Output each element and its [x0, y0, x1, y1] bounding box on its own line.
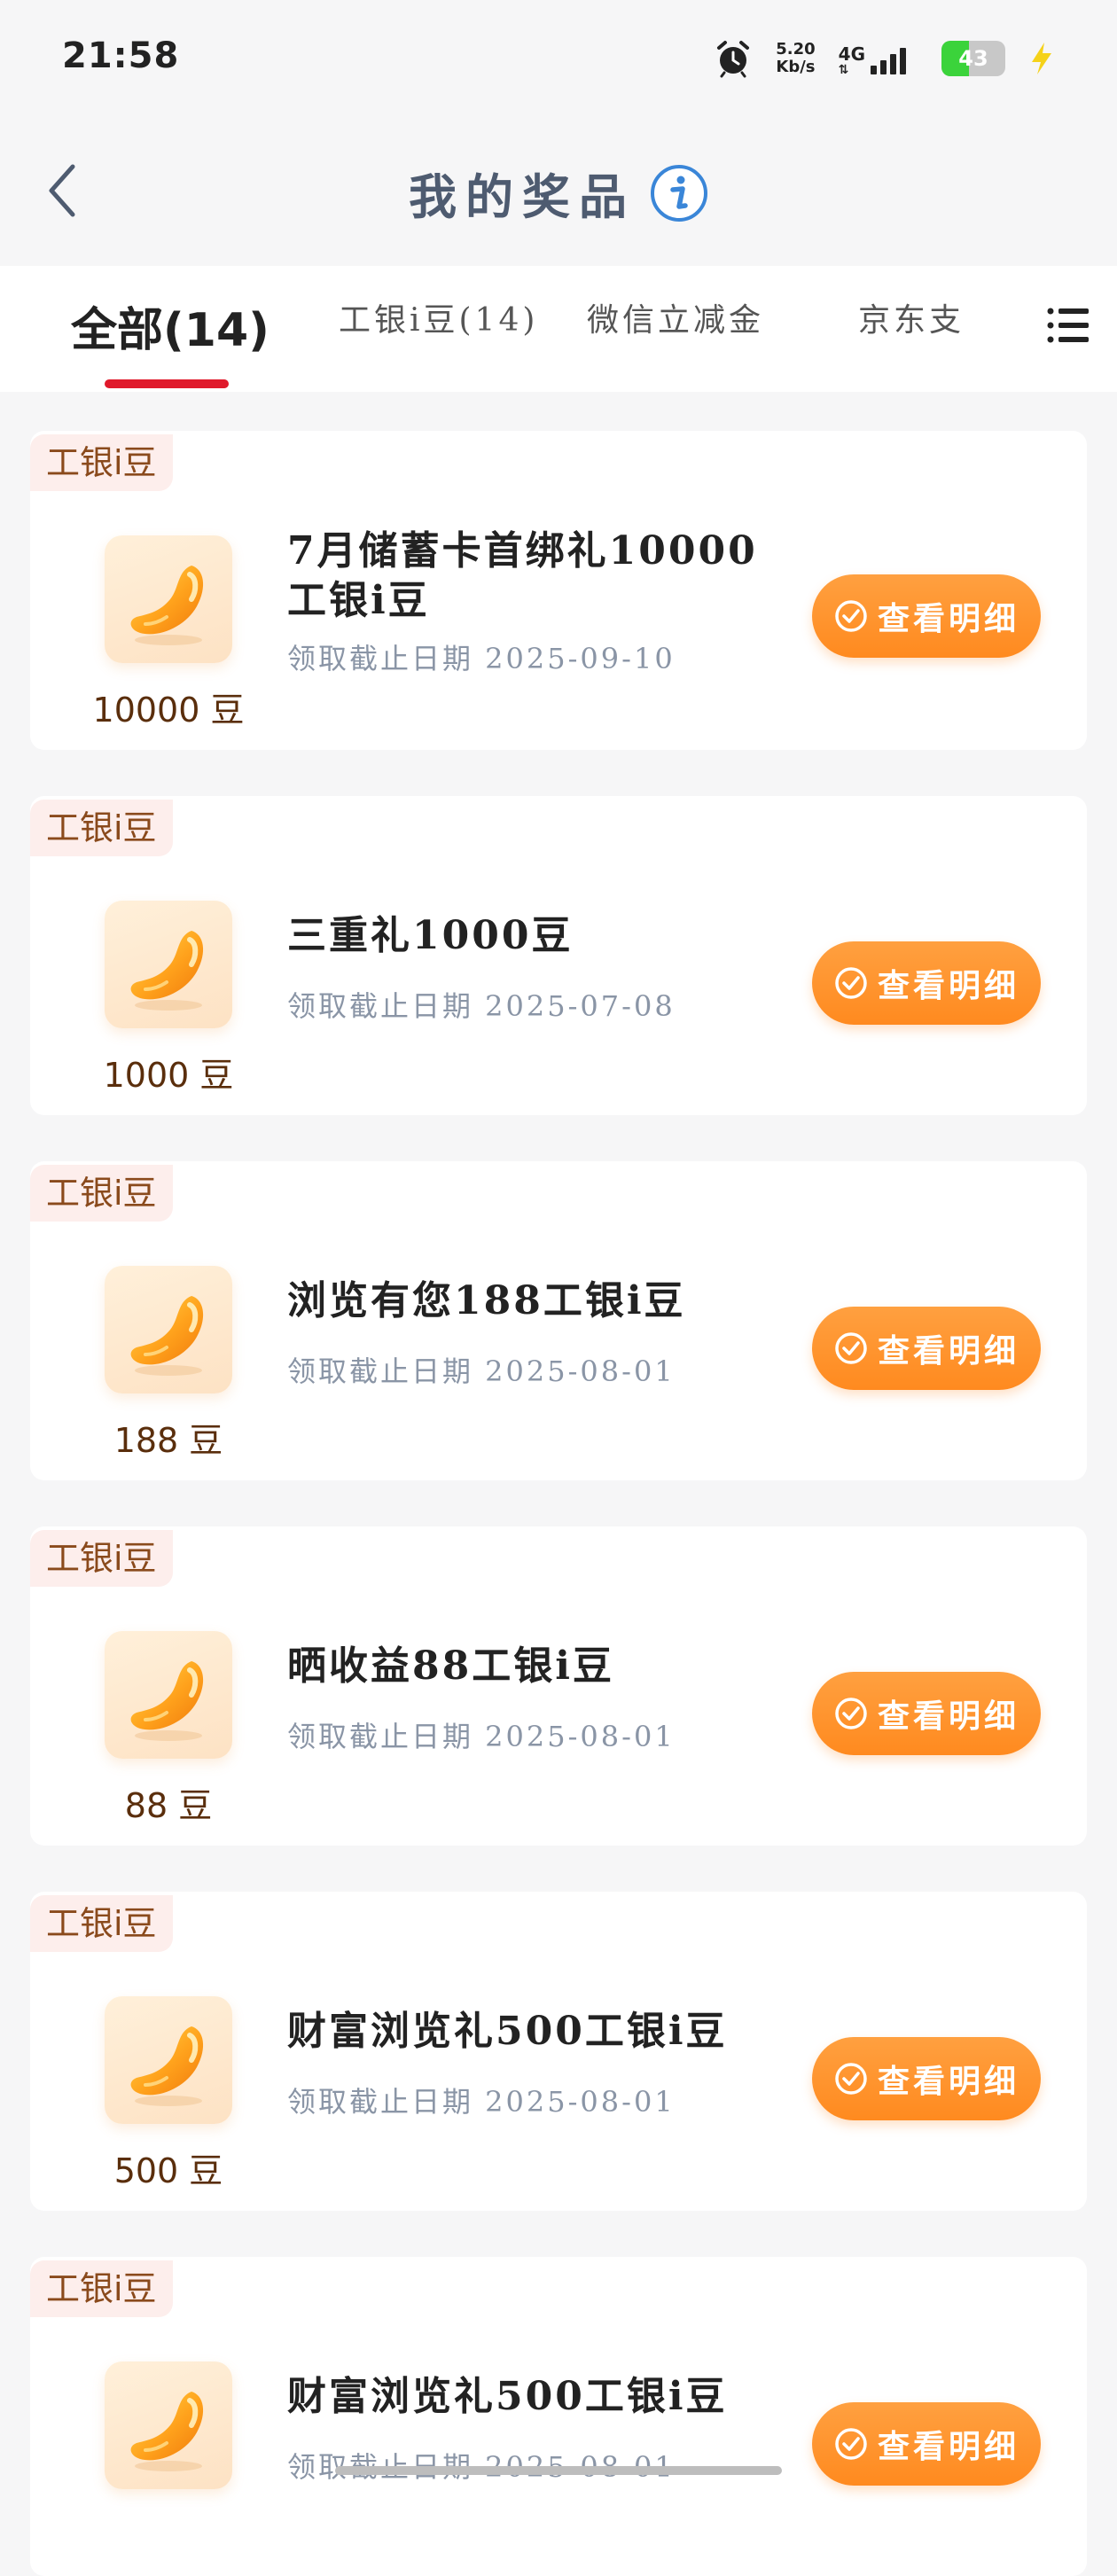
bean-image	[105, 535, 232, 663]
prize-amount: 1000 豆	[103, 1056, 234, 1095]
bean-image	[105, 2361, 232, 2489]
prize-type-tag: 工银i豆	[30, 1530, 173, 1587]
status-bar: 21:58 5.20 Kb/s 4G ⇅ 43	[0, 0, 1117, 115]
info-icon[interactable]	[650, 164, 708, 222]
tab-jd-pay[interactable]: 京东支	[858, 294, 965, 340]
menu-icon[interactable]	[1046, 303, 1090, 347]
prize-title: 财富浏览礼500工银i豆	[287, 2374, 728, 2419]
prize-card[interactable]: 工银i豆 500 豆 财富浏览礼500工银i豆 领取截止日期 2025-08-0…	[30, 1892, 1087, 2211]
page-title: 我的奖品	[409, 168, 636, 225]
view-details-label: 查看明细	[877, 1333, 1019, 1370]
bean-image	[105, 1996, 232, 2124]
check-circle-icon	[835, 1698, 867, 1729]
check-circle-icon	[835, 2428, 867, 2460]
prize-title: 三重礼1000豆	[287, 913, 574, 958]
view-details-button[interactable]: 查看明细	[812, 1307, 1041, 1390]
prize-type-tag: 工银i豆	[30, 1165, 173, 1222]
bean-image	[105, 901, 232, 1028]
view-details-button[interactable]: 查看明细	[812, 2402, 1041, 2486]
check-circle-icon	[835, 2063, 867, 2095]
prize-amount: 188 豆	[113, 1421, 223, 1460]
app-header: 我的奖品	[0, 115, 1117, 266]
net-type-block: 4G ⇅	[839, 44, 865, 76]
home-indicator[interactable]	[335, 2466, 782, 2475]
view-details-button[interactable]: 查看明细	[812, 2037, 1041, 2120]
cell-signal: 4G ⇅	[839, 41, 918, 76]
status-time: 21:58	[62, 35, 180, 76]
prize-card[interactable]: 工银i豆 1000 豆 三重礼1000豆 领取截止日期 2025-07-08 查…	[30, 796, 1087, 1115]
bean-icon	[130, 566, 204, 645]
view-details-label: 查看明细	[877, 2429, 1019, 2465]
bean-icon	[130, 931, 204, 1011]
battery-icon: 43	[941, 41, 1005, 76]
view-details-button[interactable]: 查看明细	[812, 1672, 1041, 1755]
view-details-button[interactable]: 查看明细	[812, 941, 1041, 1025]
tab-all[interactable]: 全部(14)	[71, 293, 269, 359]
prize-deadline: 领取截止日期 2025-09-10	[287, 642, 676, 675]
prize-type-tag: 工银i豆	[30, 1895, 173, 1952]
prize-card[interactable]: 工银i豆 10000 豆 7月储蓄卡首绑礼10000工银i豆 领取截止日期 20…	[30, 431, 1087, 750]
prize-title: 晒收益88工银i豆	[287, 1643, 614, 1689]
signal-icon	[871, 48, 906, 74]
prize-deadline: 领取截止日期 2025-08-01	[287, 1354, 676, 1388]
network-type: 4G	[838, 43, 865, 65]
prize-amount: 88 豆	[124, 1786, 213, 1825]
bean-icon	[130, 1661, 204, 1741]
category-tabs: 全部(14) 工银i豆(14) 微信立减金 京东支	[0, 266, 1117, 392]
bean-image	[105, 1631, 232, 1759]
bean-image	[105, 1266, 232, 1393]
prize-title: 财富浏览礼500工银i豆	[287, 2009, 728, 2054]
bean-icon	[130, 1296, 204, 1376]
network-speed-value: 5.20	[776, 40, 816, 59]
title-wrap: 我的奖品	[0, 158, 1117, 228]
check-circle-icon	[835, 967, 867, 999]
prize-type-tag: 工银i豆	[30, 800, 173, 856]
check-circle-icon	[835, 1332, 867, 1364]
battery-level: 43	[958, 46, 988, 71]
prize-title: 7月储蓄卡首绑礼10000工银i豆	[287, 528, 758, 623]
prize-type-tag: 工银i豆	[30, 2260, 173, 2317]
view-details-label: 查看明细	[877, 2064, 1019, 2100]
check-circle-icon	[835, 600, 867, 632]
prize-type-tag: 工银i豆	[30, 434, 173, 491]
network-speed: 5.20 Kb/s	[776, 41, 815, 76]
prize-deadline: 领取截止日期 2025-07-08	[287, 989, 676, 1023]
prize-deadline: 领取截止日期 2025-08-01	[287, 2085, 676, 2119]
view-details-button[interactable]: 查看明细	[812, 574, 1041, 658]
prize-card[interactable]: 工银i豆 财富浏览礼500工银i豆 查看明细	[30, 2257, 1087, 2576]
view-details-label: 查看明细	[877, 601, 1019, 637]
prize-title: 浏览有您188工银i豆	[287, 1278, 686, 1323]
prize-amount: 10000 豆	[92, 691, 245, 730]
bean-icon	[130, 2026, 204, 2106]
prize-card[interactable]: 工银i豆 188 豆 浏览有您188工银i豆 领取截止日期 2025-08-01…	[30, 1161, 1087, 1480]
tab-wechat-discount[interactable]: 微信立减金	[587, 294, 764, 340]
status-icons: 5.20 Kb/s 4G ⇅ 43	[714, 34, 1055, 83]
network-speed-unit: Kb/s	[776, 58, 816, 76]
view-details-label: 查看明细	[877, 1698, 1019, 1735]
prize-deadline: 领取截止日期 2025-08-01	[287, 2445, 676, 2486]
charging-icon	[1032, 43, 1051, 74]
alarm-icon	[717, 41, 750, 78]
active-tab-indicator	[105, 379, 229, 388]
bean-icon	[130, 2392, 204, 2471]
prize-card[interactable]: 工银i豆 88 豆 晒收益88工银i豆 领取截止日期 2025-08-01 查看…	[30, 1526, 1087, 1846]
view-details-label: 查看明细	[877, 968, 1019, 1004]
prize-deadline: 领取截止日期 2025-08-01	[287, 1720, 676, 1753]
data-arrows-icon: ⇅	[838, 63, 849, 77]
tab-icbc-beans[interactable]: 工银i豆(14)	[339, 294, 538, 340]
prize-amount: 500 豆	[113, 2151, 223, 2190]
